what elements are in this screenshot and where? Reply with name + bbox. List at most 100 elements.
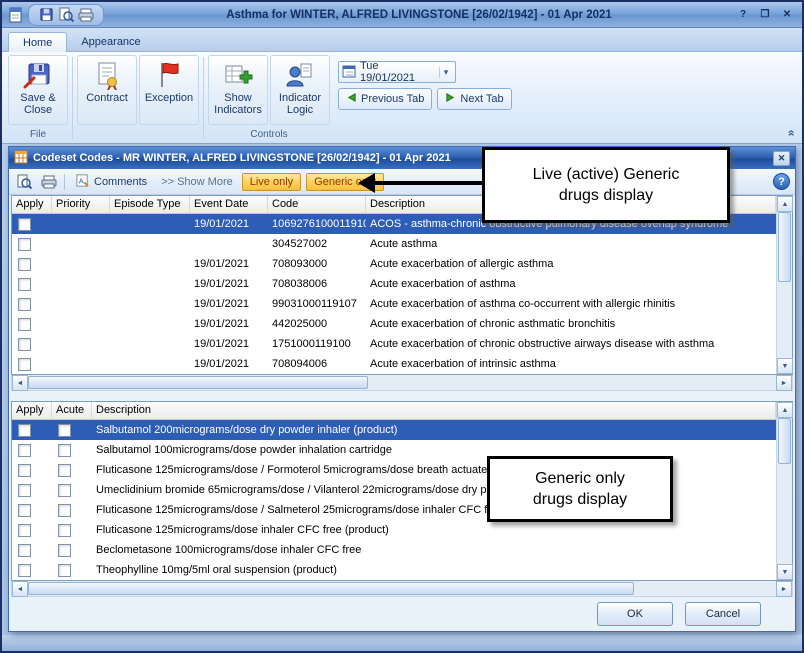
drugs-horizontal-scrollbar[interactable]: ◄ ►	[11, 581, 793, 597]
scrollbar-thumb[interactable]	[28, 376, 368, 389]
scroll-up-icon[interactable]: ▲	[777, 196, 793, 212]
scroll-down-icon[interactable]: ▼	[777, 358, 793, 374]
apply-checkbox[interactable]	[18, 564, 31, 577]
acute-checkbox[interactable]	[58, 424, 71, 437]
apply-checkbox[interactable]	[18, 298, 31, 311]
apply-checkbox[interactable]	[18, 544, 31, 557]
acute-checkbox[interactable]	[58, 484, 71, 497]
acute-checkbox[interactable]	[58, 444, 71, 457]
apply-checkbox[interactable]	[18, 464, 31, 477]
show-indicators-button[interactable]: Show Indicators	[208, 55, 268, 125]
acute-checkbox[interactable]	[58, 544, 71, 557]
scroll-left-icon[interactable]: ◄	[12, 375, 28, 391]
codes-col-priority[interactable]: Priority	[52, 196, 110, 213]
codes-table-row[interactable]: 19/01/2021708038006Acute exacerbation of…	[12, 274, 776, 294]
drugs-col-description[interactable]: Description	[92, 402, 776, 419]
scrollbar-thumb[interactable]	[28, 582, 634, 595]
chevron-down-icon[interactable]: ▾	[439, 67, 452, 78]
ribbon-collapse-icon[interactable]: »	[784, 130, 798, 137]
codes-table-row[interactable]: 304527002Acute asthma	[12, 234, 776, 254]
apply-checkbox[interactable]	[18, 318, 31, 331]
drugs-col-acute[interactable]: Acute	[52, 402, 92, 419]
apply-checkbox[interactable]	[18, 444, 31, 457]
apply-checkbox[interactable]	[18, 258, 31, 271]
cancel-button[interactable]: Cancel	[685, 602, 761, 626]
codes-col-episode-type[interactable]: Episode Type	[110, 196, 190, 213]
comments-button[interactable]: A Comments	[70, 172, 152, 192]
codes-table-row[interactable]: 19/01/2021708093000Acute exacerbation of…	[12, 254, 776, 274]
dialog-close-icon[interactable]: ✕	[773, 151, 790, 166]
scroll-left-icon[interactable]: ◄	[12, 581, 28, 597]
show-indicators-label: Show Indicators	[209, 92, 267, 116]
exception-button[interactable]: Exception	[139, 55, 199, 125]
apply-checkbox[interactable]	[18, 358, 31, 371]
restore-button[interactable]: ❐	[756, 7, 774, 23]
scroll-up-icon[interactable]: ▲	[777, 402, 793, 418]
acute-checkbox[interactable]	[58, 524, 71, 537]
codes-table-row[interactable]: 19/01/202199031000119107Acute exacerbati…	[12, 294, 776, 314]
scrollbar-thumb[interactable]	[778, 212, 791, 282]
scroll-right-icon[interactable]: ►	[776, 581, 792, 597]
help-button[interactable]: ?	[734, 7, 752, 23]
annotation-live-generic: Live (active) Generic drugs display	[482, 147, 730, 223]
date-picker[interactable]: Tue 19/01/2021 ▾	[338, 61, 456, 83]
contract-label: Contract	[86, 92, 128, 104]
contract-button[interactable]: Contract	[77, 55, 137, 125]
apply-checkbox[interactable]	[18, 524, 31, 537]
tab-home[interactable]: Home	[8, 32, 67, 52]
next-tab-button[interactable]: Next Tab	[437, 88, 511, 110]
live-only-toggle[interactable]: Live only	[242, 173, 301, 191]
scroll-down-icon[interactable]: ▼	[777, 564, 793, 580]
close-button[interactable]: ✕	[778, 7, 796, 23]
codes-table-row[interactable]: 19/01/2021442025000Acute exacerbation of…	[12, 314, 776, 334]
svg-text:A: A	[79, 176, 84, 185]
scroll-right-icon[interactable]: ►	[776, 375, 792, 391]
codes-col-apply[interactable]: Apply	[12, 196, 52, 213]
codes-table-row[interactable]: 19/01/20211751000119100Acute exacerbatio…	[12, 334, 776, 354]
window-bottom-edge	[2, 635, 802, 651]
print-preview-icon[interactable]	[57, 6, 75, 24]
window-title: Asthma for WINTER, ALFRED LIVINGSTONE [2…	[108, 9, 730, 21]
show-more-button[interactable]: >> Show More	[157, 176, 237, 188]
apply-checkbox[interactable]	[18, 278, 31, 291]
codes-col-event-date[interactable]: Event Date	[190, 196, 268, 213]
drugs-table-row[interactable]: Salbutamol 200micrograms/dose dry powder…	[12, 420, 776, 440]
acute-checkbox[interactable]	[58, 564, 71, 577]
indicator-logic-button[interactable]: Indicator Logic	[270, 55, 330, 125]
previous-tab-button[interactable]: Previous Tab	[338, 88, 432, 110]
window-controls: ? ❐ ✕	[734, 7, 796, 23]
codes-col-code[interactable]: Code	[268, 196, 366, 213]
ribbon-group-controls: Show Indicators Indicator Logic Controls	[206, 53, 332, 143]
drugs-vertical-scrollbar[interactable]: ▲ ▼	[776, 402, 792, 580]
print-preview-icon[interactable]	[14, 172, 34, 192]
drugs-table-row[interactable]: Theophylline 10mg/5ml oral suspension (p…	[12, 560, 776, 580]
drugs-table-row[interactable]: Beclometasone 100micrograms/dose inhaler…	[12, 540, 776, 560]
dialog-footer: OK Cancel	[9, 597, 795, 631]
dialog-help-icon[interactable]: ?	[773, 173, 790, 190]
calendar-icon	[342, 64, 356, 81]
codes-vertical-scrollbar[interactable]: ▲ ▼	[776, 196, 792, 374]
codes-horizontal-scrollbar[interactable]: ◄ ►	[11, 375, 793, 391]
drugs-table-row[interactable]: Fluticasone 125micrograms/dose inhaler C…	[12, 520, 776, 540]
scrollbar-thumb[interactable]	[778, 418, 791, 464]
apply-checkbox[interactable]	[18, 424, 31, 437]
print-icon[interactable]	[77, 6, 95, 24]
apply-checkbox[interactable]	[18, 338, 31, 351]
apply-checkbox[interactable]	[18, 504, 31, 517]
drugs-col-apply[interactable]: Apply	[12, 402, 52, 419]
save-close-button[interactable]: Save & Close	[8, 55, 68, 125]
codeset-icon	[14, 150, 28, 167]
indicator-logic-label: Indicator Logic	[271, 92, 329, 116]
apply-checkbox[interactable]	[18, 484, 31, 497]
contract-icon	[92, 59, 122, 91]
tab-appearance[interactable]: Appearance	[67, 32, 154, 51]
apply-checkbox[interactable]	[18, 238, 31, 251]
codes-table-row[interactable]: 19/01/2021708094006Acute exacerbation of…	[12, 354, 776, 374]
apply-checkbox[interactable]	[18, 218, 31, 231]
acute-checkbox[interactable]	[58, 504, 71, 517]
save-icon[interactable]	[37, 6, 55, 24]
acute-checkbox[interactable]	[58, 464, 71, 477]
indicator-logic-icon	[285, 59, 315, 91]
print-icon[interactable]	[39, 172, 59, 192]
ok-button[interactable]: OK	[597, 602, 673, 626]
